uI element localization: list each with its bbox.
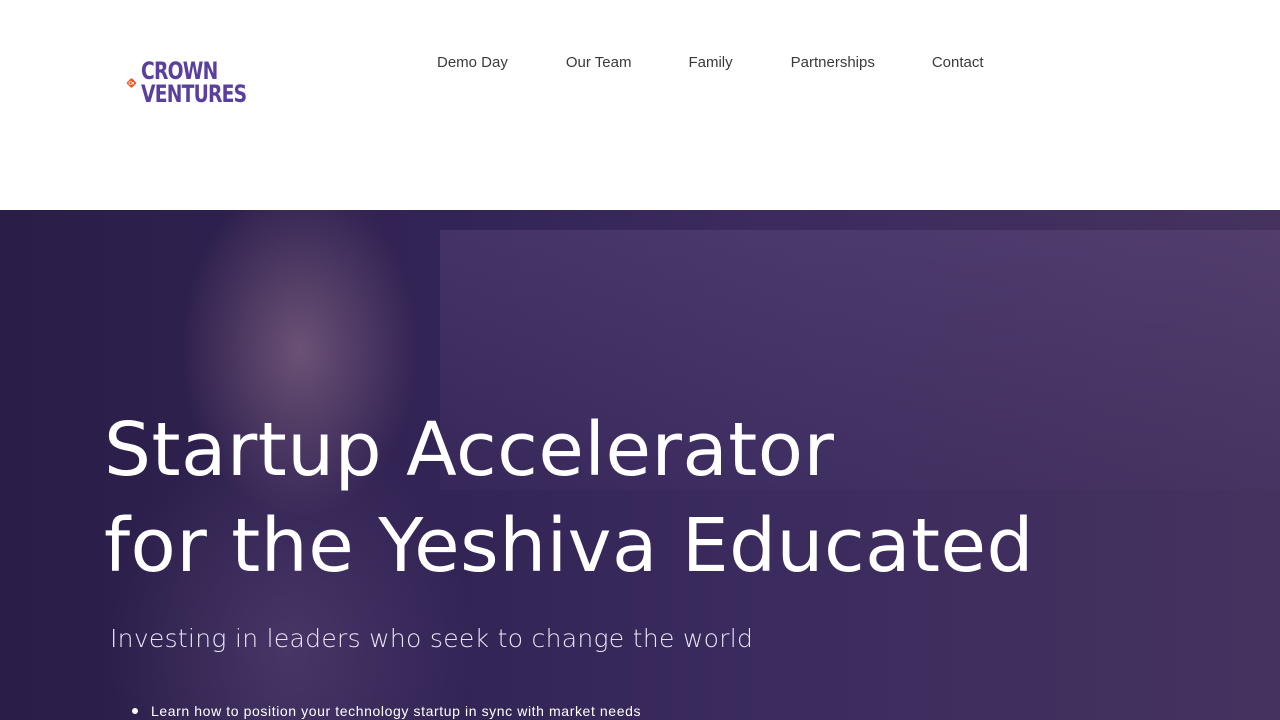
- hero-bullet-list: Learn how to position your technology st…: [132, 702, 641, 720]
- logo-wordmark: CROWN VENTURES: [140, 59, 247, 108]
- hero-subtitle: Investing in leaders who seek to change …: [110, 624, 754, 653]
- logo-line-2: VENTURES: [140, 80, 247, 108]
- hero-section: Startup Accelerator for the Yeshiva Educ…: [0, 210, 1280, 720]
- hero-title-line-1: Startup Accelerator: [104, 407, 835, 493]
- nav-item-contact[interactable]: Contact: [932, 54, 984, 71]
- hero-bullet-text: Learn how to position your technology st…: [151, 703, 642, 719]
- bullet-dot-icon: [132, 708, 138, 714]
- nav-item-partnerships[interactable]: Partnerships: [791, 54, 875, 71]
- nav-item-demo-day[interactable]: Demo Day: [437, 54, 508, 71]
- nav-item-family[interactable]: Family: [688, 54, 732, 71]
- hero-title: Startup Accelerator for the Yeshiva Educ…: [104, 402, 1034, 594]
- hero-title-line-2: for the Yeshiva Educated: [104, 503, 1034, 589]
- hero-bullet: Learn how to position your technology st…: [132, 702, 641, 720]
- nav-item-our-team[interactable]: Our Team: [566, 54, 632, 71]
- site-header: CROWN VENTURES Demo Day Our Team Family …: [0, 0, 1280, 210]
- main-nav: Demo Day Our Team Family Partnerships Co…: [437, 52, 984, 72]
- crown-ventures-logo-icon: [126, 78, 136, 88]
- site-logo[interactable]: CROWN VENTURES: [126, 56, 276, 110]
